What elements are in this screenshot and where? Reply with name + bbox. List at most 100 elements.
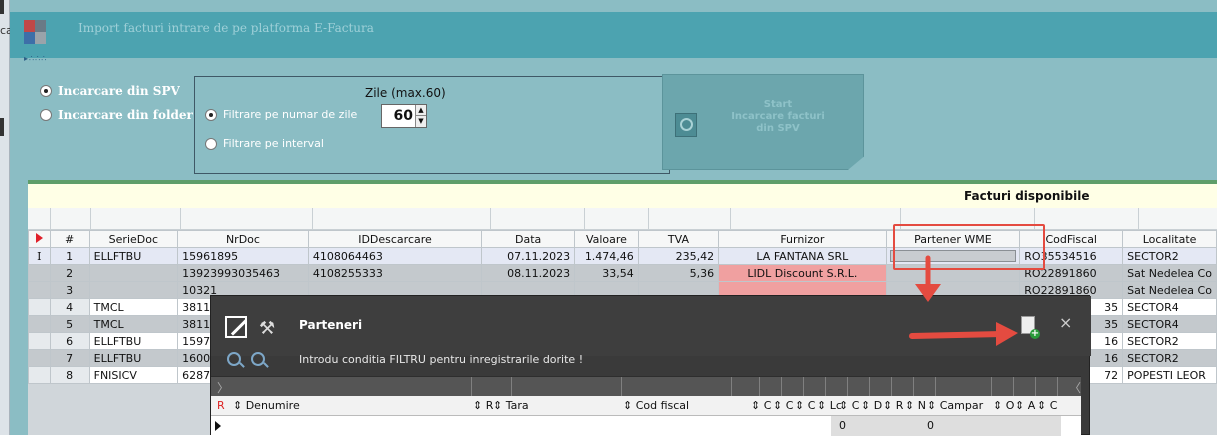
advanced-search-icon[interactable]: [251, 352, 265, 366]
cell-nrdoc[interactable]: 13923993035463: [177, 264, 309, 282]
row-indicator: [28, 332, 51, 350]
cell-localitate[interactable]: POPESTI LEOR: [1122, 366, 1217, 384]
cell-serie[interactable]: [88, 281, 179, 299]
cell-iddescarcare[interactable]: 4108255333: [307, 264, 483, 282]
frame-marker: [0, 0, 4, 14]
cell-tva[interactable]: 5,36: [637, 264, 720, 282]
load-from-spv-radio[interactable]: Incarcare din SPV: [40, 84, 180, 98]
column-header[interactable]: ⇕ N: [905, 399, 926, 412]
filter-by-interval-radio[interactable]: Filtrare pe interval: [205, 137, 324, 150]
column-header[interactable]: #: [49, 230, 90, 248]
row-cursor: I: [28, 247, 51, 265]
cell-serie[interactable]: ELLFTBU: [88, 332, 179, 350]
column-header[interactable]: Furnizor: [718, 230, 887, 248]
scroll-right-icon[interactable]: 〈: [1069, 379, 1081, 396]
search-icon[interactable]: [227, 352, 241, 366]
cell-localitate[interactable]: SECTOR2: [1122, 349, 1217, 367]
column-header[interactable]: TVA: [637, 230, 720, 248]
column-header[interactable]: ⇕ C: [839, 399, 859, 412]
cell-row-number: 5: [49, 315, 90, 333]
start-import-spv-button[interactable]: Start Incarcare facturi din SPV: [662, 74, 864, 170]
column-header[interactable]: ⇕ C: [751, 399, 771, 412]
cell-localitate[interactable]: Sat Nedelea Co: [1122, 281, 1217, 299]
dialog-column-headers: R ⇕ Denumire ⇕ R ⇕ Tara ⇕ Cod fiscal ⇕ C…: [211, 396, 1081, 416]
radio-unselected-icon: [205, 137, 217, 150]
cell-row-number: 3: [49, 281, 90, 299]
frame-marker: [0, 118, 4, 136]
filter-options-box: Zile (max.60) 60 ▲ ▼ Filtrare pe numar d…: [194, 76, 670, 174]
cell-localitate[interactable]: SECTOR4: [1122, 298, 1217, 316]
column-header[interactable]: ⇕ A: [1015, 399, 1035, 412]
load-options-panel: Incarcare din SPV Incarcare din folder Z…: [28, 74, 1217, 176]
column-header[interactable]: Localitate: [1122, 230, 1217, 248]
filter-hint-text: Introdu conditia FILTRU pentru inregistr…: [299, 353, 584, 366]
column-header[interactable]: ⇕ C: [1037, 399, 1057, 412]
cell-serie[interactable]: TMCL: [88, 298, 179, 316]
column-header[interactable]: ⇕ C: [773, 399, 793, 412]
partner-wme-highlight: [893, 224, 1045, 270]
edit-icon[interactable]: [225, 316, 247, 338]
column-header[interactable]: ⇕ R: [883, 399, 903, 412]
search-document-icon: [675, 113, 697, 137]
cell-nrdoc[interactable]: 15961895: [177, 247, 309, 265]
cell-localitate[interactable]: SECTOR4: [1122, 315, 1217, 333]
column-header[interactable]: R: [217, 399, 225, 412]
column-header[interactable]: ⇕ R: [473, 399, 493, 412]
cell-iddescarcare[interactable]: 4108064463: [307, 247, 483, 265]
cell-serie[interactable]: ELLFTBU: [88, 349, 179, 367]
cell-row-number: 7: [49, 349, 90, 367]
row-indicator: [28, 315, 51, 333]
column-header[interactable]: Valoare: [574, 230, 639, 248]
dialog-header: ⚒ Parteneri ×: [211, 296, 1091, 356]
filter-by-days-radio[interactable]: Filtrare pe numar de zile: [205, 108, 357, 121]
cell-furnizor[interactable]: LA FANTANA SRL: [718, 247, 887, 265]
stepper-down-icon[interactable]: ▼: [415, 116, 426, 127]
column-header[interactable]: NrDoc: [177, 230, 309, 248]
column-header[interactable]: ⇕ D: [861, 399, 882, 412]
stepper-up-icon[interactable]: ▲: [415, 105, 426, 116]
add-partner-icon[interactable]: [1021, 316, 1040, 339]
column-header[interactable]: ⇕ Tara: [493, 399, 529, 412]
scroll-left-icon[interactable]: 〉: [217, 379, 229, 396]
column-header[interactable]: Data: [481, 230, 576, 248]
parteneri-dialog: ⚒ Parteneri × Introdu conditia FILTRU pe…: [210, 295, 1091, 436]
dialog-title: Parteneri: [299, 318, 363, 332]
column-header[interactable]: ⇕ C: [795, 399, 815, 412]
days-max-label: Zile (max.60): [365, 86, 446, 100]
cell-row-number: 8: [49, 366, 90, 384]
window-menu-button[interactable]: ▸∴∴∴: [24, 54, 47, 63]
load-from-folder-label: Incarcare din folder: [58, 108, 193, 122]
tools-icon[interactable]: ⚒: [259, 318, 275, 339]
cell-data[interactable]: 08.11.2023: [481, 264, 576, 282]
days-value[interactable]: 60: [394, 108, 413, 124]
grid-title: Facturi disponibile: [964, 189, 1090, 203]
close-icon[interactable]: ×: [1059, 313, 1072, 332]
column-header[interactable]: ⇕ Cod fiscal: [623, 399, 689, 412]
column-header[interactable]: ⇕ Denumire: [233, 399, 300, 412]
cell-furnizor[interactable]: LIDL Discount S.R.L.: [718, 264, 887, 282]
column-header[interactable]: SerieDoc: [88, 230, 179, 248]
dialog-filter-row[interactable]: 0 0: [211, 416, 1081, 436]
column-header[interactable]: ⇕ Campar: [927, 399, 983, 412]
row-indicator: [28, 281, 51, 299]
radio-selected-icon: [40, 85, 52, 97]
column-header[interactable]: ⇕ O: [993, 399, 1014, 412]
dialog-cell-value[interactable]: 0: [839, 419, 846, 432]
cell-tva[interactable]: 235,42: [637, 247, 720, 265]
cell-serie[interactable]: TMCL: [88, 315, 179, 333]
cell-localitate[interactable]: SECTOR2: [1122, 332, 1217, 350]
column-header[interactable]: IDDescarcare: [307, 230, 483, 248]
days-stepper[interactable]: 60 ▲ ▼: [381, 104, 427, 128]
cell-serie[interactable]: FNISICV: [88, 366, 179, 384]
current-row-arrow-icon: [35, 232, 43, 243]
cell-valoare[interactable]: 1.474,46: [574, 247, 639, 265]
load-from-folder-radio[interactable]: Incarcare din folder: [40, 108, 193, 122]
dialog-cell-value[interactable]: 0: [927, 419, 934, 432]
cell-serie[interactable]: ELLFTBU: [88, 247, 179, 265]
dialog-filter-bar[interactable]: 〉 〈: [211, 376, 1081, 397]
cell-data[interactable]: 07.11.2023: [481, 247, 576, 265]
cell-valoare[interactable]: 33,54: [574, 264, 639, 282]
cell-localitate[interactable]: Sat Nedelea Co: [1122, 264, 1217, 282]
cell-serie[interactable]: [88, 264, 179, 282]
cell-localitate[interactable]: SECTOR2: [1122, 247, 1217, 265]
